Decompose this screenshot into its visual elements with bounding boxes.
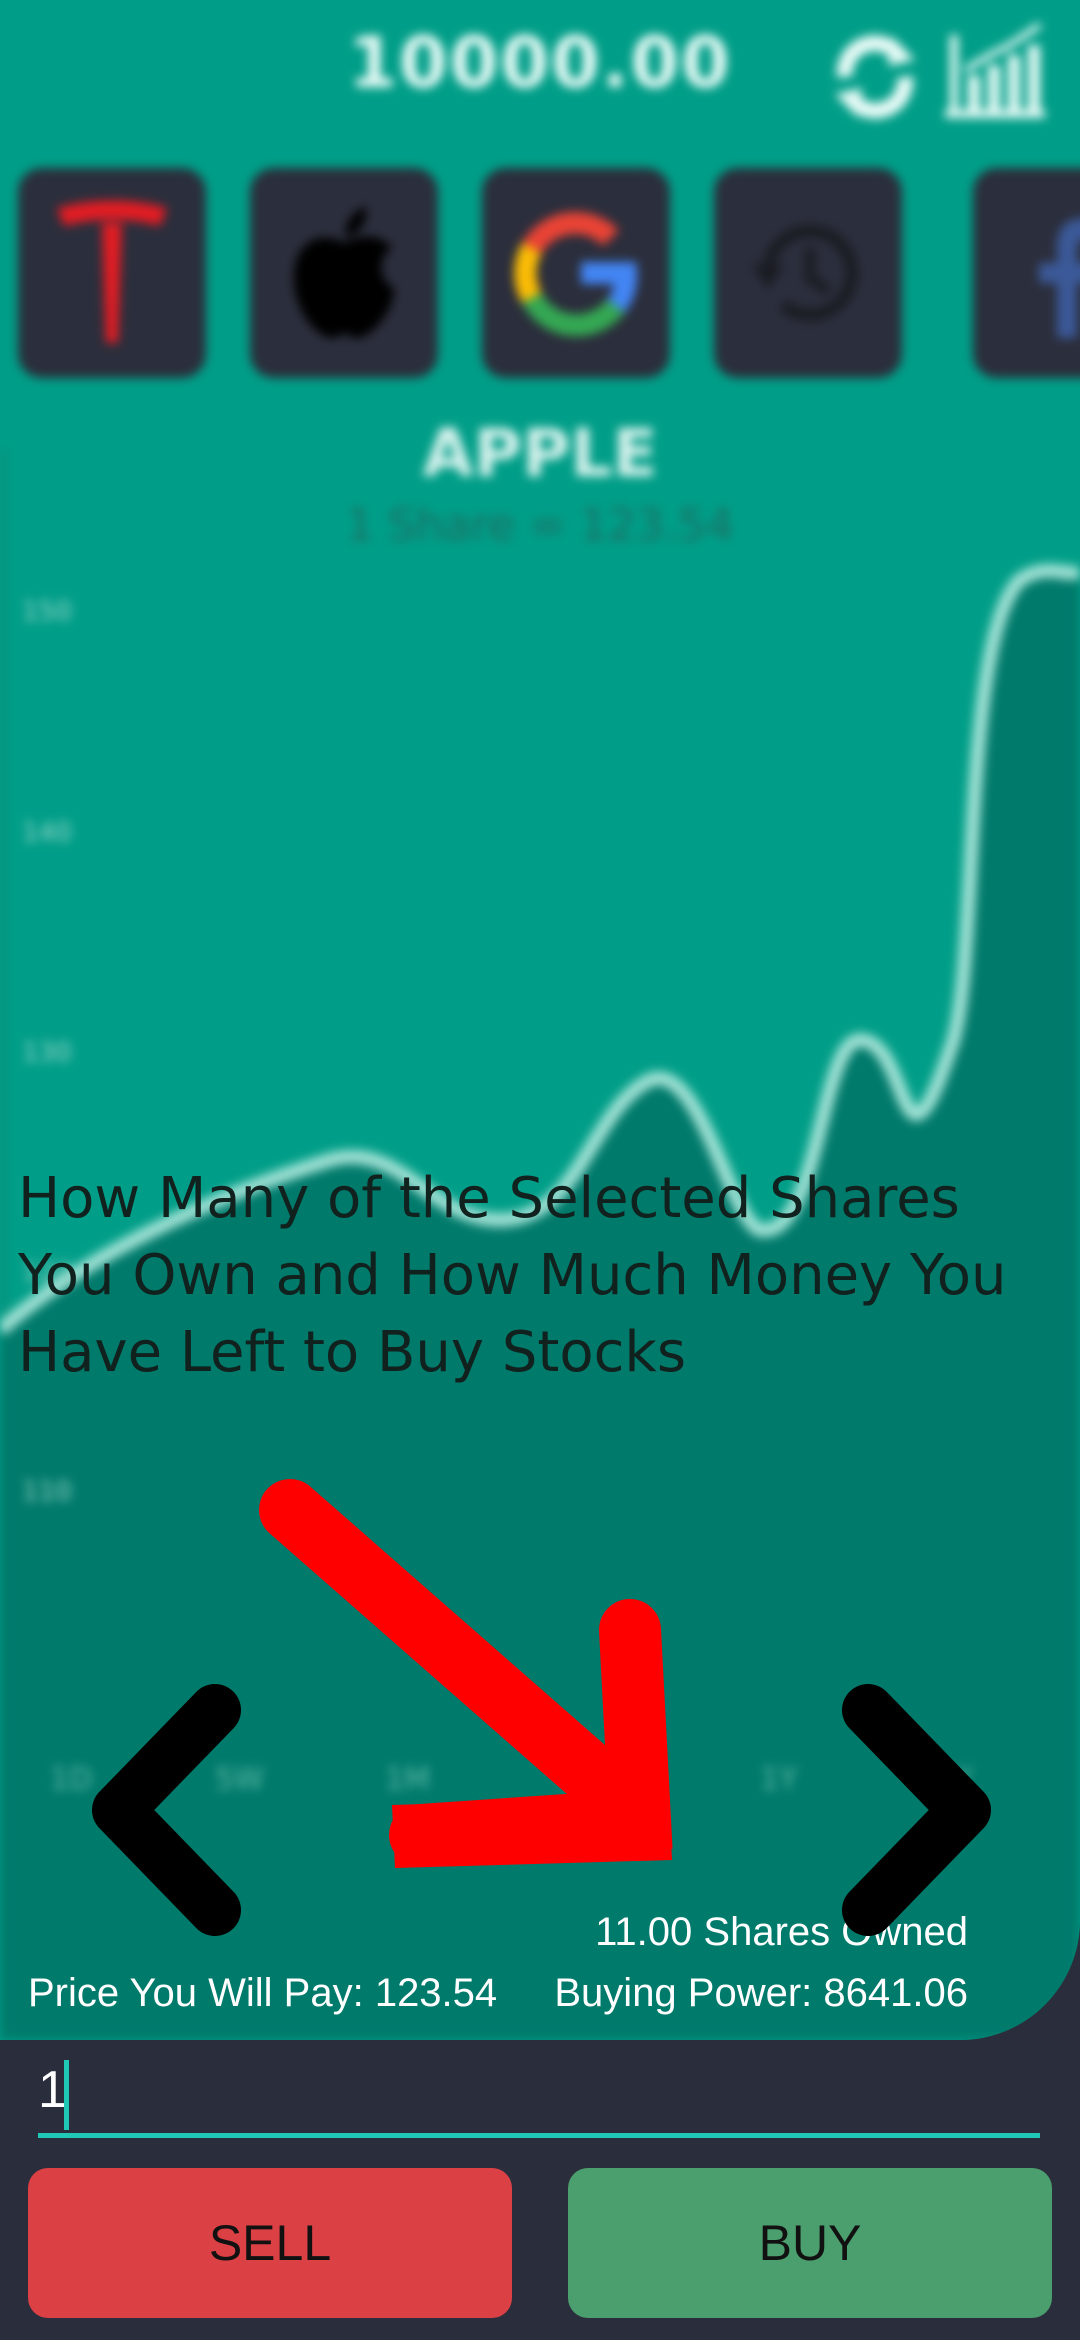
y-axis-tick: 110	[22, 1477, 72, 1507]
buy-button[interactable]: BUY	[568, 2168, 1052, 2318]
quantity-value: 1	[38, 2061, 67, 2119]
y-axis-tick: 150	[22, 597, 72, 627]
y-axis-tick: 130	[22, 1038, 72, 1068]
range-tab-1m[interactable]: 1M	[385, 1762, 430, 1797]
range-tab-1y[interactable]: 1Y	[760, 1762, 797, 1797]
tutorial-next-button[interactable]	[830, 1690, 1000, 1930]
range-tab-3m[interactable]: 3M	[560, 1762, 605, 1797]
quantity-input[interactable]	[38, 2050, 1040, 2138]
buying-power-label: Buying Power: 8641.06	[554, 1971, 968, 2015]
y-axis-tick: 140	[22, 818, 72, 848]
app-screen: 10000.00 APPLE 1 Share = 123.54 150 140 …	[0, 0, 1080, 2340]
price-to-pay-label: Price You Will Pay: 123.54	[28, 1971, 498, 2015]
tutorial-prev-button[interactable]	[80, 1690, 250, 1930]
tutorial-text: How Many of the Selected Shares You Own …	[18, 1166, 1007, 1385]
sell-button[interactable]: SELL	[28, 2168, 512, 2318]
text-cursor	[64, 2060, 69, 2130]
